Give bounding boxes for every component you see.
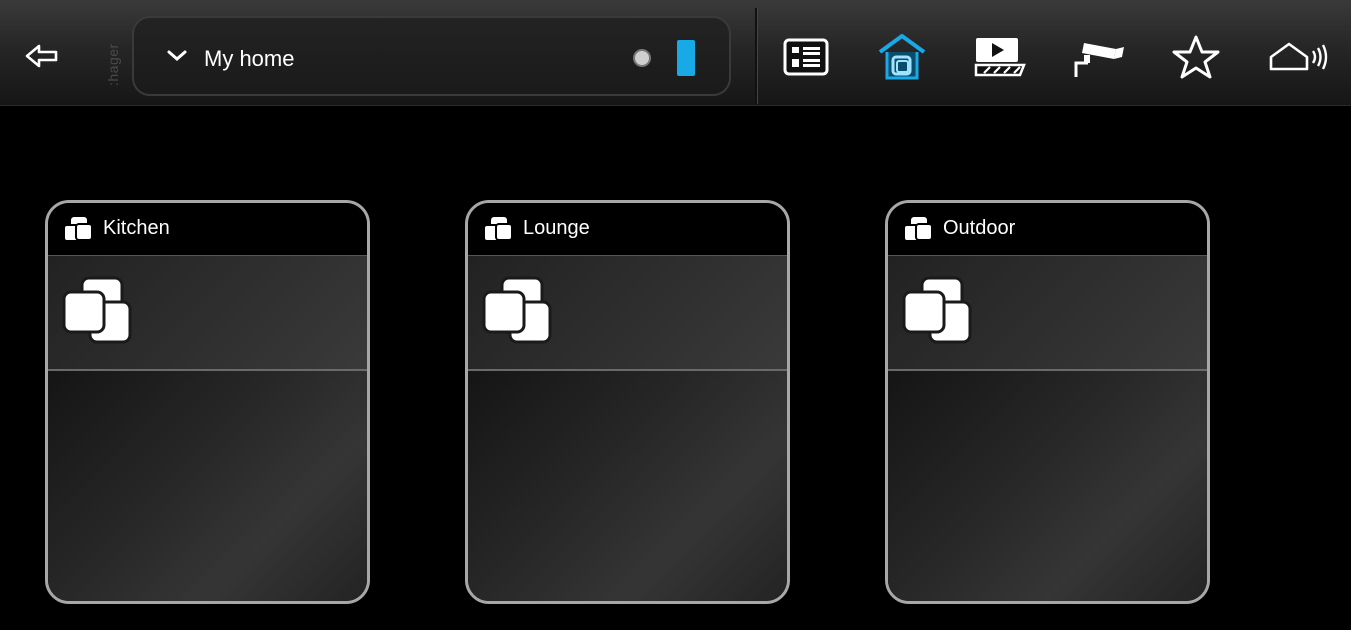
brand-logo: :hager xyxy=(105,43,121,87)
room-card-outdoor[interactable]: Outdoor xyxy=(885,200,1210,604)
nav-camera-button[interactable] xyxy=(1070,31,1126,83)
room-card-body xyxy=(468,371,787,601)
rooms-icon xyxy=(482,276,552,344)
home-broadcast-icon xyxy=(1269,42,1328,71)
toolbar-divider xyxy=(755,8,758,104)
room-overview-tile[interactable] xyxy=(888,256,1207,371)
room-title: Kitchen xyxy=(103,217,170,239)
nav-favourites-button[interactable] xyxy=(1168,31,1224,83)
home-selector[interactable]: My home xyxy=(132,16,731,96)
room-card-header: Kitchen xyxy=(48,203,367,256)
connection-status-indicator xyxy=(677,40,695,76)
top-bar: :hager My home xyxy=(0,0,1351,106)
room-card-header: Lounge xyxy=(468,203,787,256)
room-title: Outdoor xyxy=(943,217,1016,239)
rooms-icon xyxy=(483,217,513,242)
media-player-icon xyxy=(974,38,1026,77)
room-card-kitchen[interactable]: Kitchen xyxy=(45,200,370,604)
back-arrow-icon xyxy=(25,44,58,68)
connection-status-dot xyxy=(633,49,651,67)
room-card-body xyxy=(888,371,1207,601)
rooms-icon xyxy=(63,217,93,242)
back-button[interactable] xyxy=(22,36,62,76)
room-card-lounge[interactable]: Lounge xyxy=(465,200,790,604)
home-selector-label: My home xyxy=(204,46,295,71)
room-title: Lounge xyxy=(523,217,590,239)
chevron-down-icon xyxy=(167,50,187,61)
star-icon xyxy=(1172,35,1220,79)
room-overview-tile[interactable] xyxy=(48,256,367,371)
rooms-icon xyxy=(62,276,132,344)
room-card-body xyxy=(48,371,367,601)
camera-icon xyxy=(1074,43,1124,77)
home-building-icon xyxy=(878,34,926,80)
room-card-header: Outdoor xyxy=(888,203,1207,256)
list-icon xyxy=(783,38,829,76)
nav-list-button[interactable] xyxy=(778,31,834,83)
room-overview-tile[interactable] xyxy=(468,256,787,371)
nav-home-button[interactable] xyxy=(874,31,930,83)
nav-remote-home-button[interactable] xyxy=(1266,31,1336,83)
rooms-icon xyxy=(902,276,972,344)
nav-media-button[interactable] xyxy=(972,31,1028,83)
rooms-icon xyxy=(903,217,933,242)
